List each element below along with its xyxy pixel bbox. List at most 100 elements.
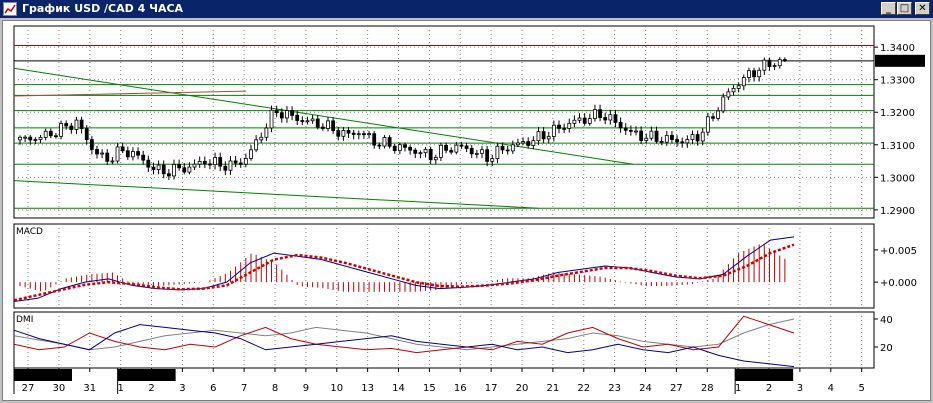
- current-price-label: 1.3358: [879, 57, 914, 68]
- candle-body: [541, 131, 546, 140]
- price-tick-label: 1.3200: [880, 108, 915, 119]
- candle-body: [587, 118, 592, 124]
- candle-body: [500, 145, 505, 151]
- candle-body: [439, 144, 443, 158]
- candle-body: [593, 109, 597, 119]
- x-tick-label: 20: [516, 383, 529, 394]
- candle-body: [562, 128, 567, 130]
- x-tick-label: 1: [735, 383, 741, 394]
- candle-body: [582, 117, 587, 124]
- candle-body: [213, 157, 217, 166]
- candle-body: [777, 59, 782, 67]
- candle-body: [623, 127, 628, 131]
- candle-body: [120, 146, 125, 152]
- dmi-panel: [13, 311, 875, 369]
- candle-body: [521, 141, 525, 144]
- candle-body: [510, 144, 515, 152]
- title-bar[interactable]: График USD /CAD 4 ЧАСА _ □ ✕: [0, 0, 933, 18]
- price-tick-label: 1.3400: [880, 43, 915, 54]
- candle-body: [156, 164, 161, 170]
- candle-body: [413, 149, 418, 154]
- candle-body: [613, 114, 618, 123]
- x-tick-label: 30: [53, 383, 66, 394]
- candle-body: [295, 114, 300, 121]
- candle-body: [782, 59, 787, 61]
- candle-body: [382, 137, 387, 147]
- macd-tick-label: +0.005: [880, 246, 917, 257]
- candle-body: [716, 110, 721, 119]
- candle-body: [315, 118, 320, 128]
- candle-body: [310, 118, 315, 122]
- candle-body: [372, 133, 377, 146]
- candle-body: [192, 163, 197, 168]
- price-panel: [13, 25, 875, 219]
- chart-icon: [3, 2, 17, 16]
- x-tick-label: 21: [547, 383, 560, 394]
- candle-body: [187, 166, 192, 173]
- x-tick-label: 5: [858, 383, 864, 394]
- price-tick-label: 1.3300: [880, 76, 915, 87]
- candle-body: [526, 141, 531, 146]
- candle-body: [131, 151, 135, 158]
- price-tick-label: 1.3000: [880, 173, 915, 184]
- candle-body: [54, 135, 58, 138]
- candle-body: [223, 165, 228, 171]
- candle-body: [336, 130, 341, 137]
- x-tick-label: 31: [83, 383, 96, 394]
- candle-body: [202, 160, 207, 165]
- candle-body: [721, 96, 726, 112]
- candle-body: [197, 160, 202, 165]
- candle-body: [23, 136, 28, 139]
- candle-body: [320, 126, 325, 129]
- candle-body: [654, 130, 659, 142]
- candle-body: [341, 130, 346, 137]
- candle-body: [505, 149, 510, 152]
- candle-body: [577, 117, 582, 121]
- x-tick-label: 6: [210, 383, 216, 394]
- candle-body: [161, 164, 166, 175]
- macd-panel: [13, 223, 875, 309]
- candle-body: [608, 114, 613, 121]
- candle-body: [377, 144, 382, 147]
- candle-body: [618, 121, 623, 129]
- x-tick-label: 17: [485, 383, 498, 394]
- candle-body: [290, 110, 294, 116]
- candle-body: [285, 110, 289, 119]
- candle-body: [125, 150, 130, 158]
- dmi-label: DMI: [16, 315, 33, 325]
- close-button[interactable]: ✕: [915, 2, 930, 15]
- candle-body: [495, 145, 500, 160]
- maximize-button[interactable]: □: [897, 2, 912, 15]
- candle-body: [634, 130, 638, 133]
- candle-body: [444, 144, 448, 151]
- candle-body: [346, 130, 351, 134]
- minimize-button[interactable]: _: [881, 2, 896, 15]
- candle-body: [269, 109, 274, 129]
- candle-body: [490, 158, 495, 162]
- window-title: График USD /CAD 4 ЧАСА: [22, 2, 184, 15]
- candle-body: [84, 128, 89, 141]
- x-tick-label: 1: [117, 383, 123, 394]
- candle-body: [326, 120, 330, 129]
- candle-body: [238, 162, 243, 165]
- candle-body: [685, 139, 690, 144]
- candle-body: [747, 70, 751, 78]
- candle-body: [454, 144, 459, 153]
- x-tick-label: 28: [701, 383, 714, 394]
- candle-body: [59, 123, 63, 137]
- candle-body: [166, 173, 171, 177]
- candle-body: [356, 133, 361, 136]
- candle-body: [208, 163, 212, 166]
- candle-body: [757, 69, 762, 78]
- candle-body: [279, 112, 284, 119]
- candle-body: [762, 59, 767, 71]
- candle-body: [74, 119, 79, 130]
- candle-body: [516, 142, 520, 146]
- candle-body: [218, 157, 223, 167]
- candle-body: [305, 120, 310, 123]
- chart-canvas[interactable]: 1.3400 1.3300 1.3200 1.3100 1.3000 1.2900 1.33…: [2, 20, 931, 401]
- x-tick-label: 13: [361, 383, 374, 394]
- candle-body: [480, 149, 484, 154]
- candle-body: [428, 148, 433, 161]
- candle-body: [69, 125, 74, 130]
